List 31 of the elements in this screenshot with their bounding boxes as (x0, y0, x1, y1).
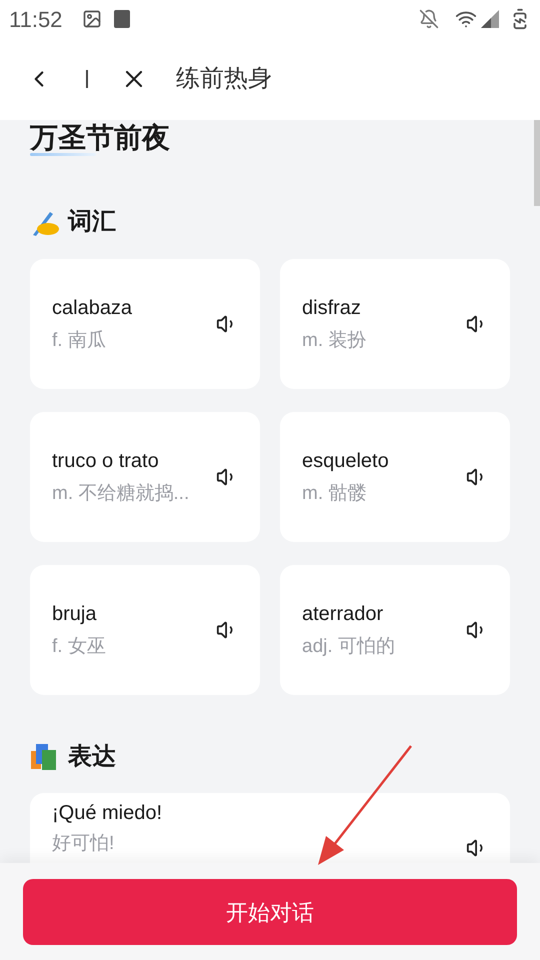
phrase-card[interactable]: ¡Qué miedo! 好可怕! (30, 793, 510, 863)
word-text: esqueleto (302, 448, 390, 474)
word-meaning: m. 装扮 (302, 328, 368, 353)
phrase-text: ¡Qué miedo! (52, 800, 164, 826)
bell-off-icon (419, 9, 439, 29)
image-icon (82, 9, 102, 29)
section-heading: 词汇 (68, 207, 116, 237)
start-conversation-button[interactable]: 开始对话 (23, 879, 517, 945)
lesson-title: 万圣节前夜 (30, 124, 170, 152)
phrase-meaning: 好可怕! (52, 832, 116, 856)
underline-highlight (30, 153, 96, 156)
word-meaning: f. 女巫 (52, 634, 107, 659)
word-card[interactable]: disfraz m. 装扮 (280, 259, 510, 389)
word-text: disfraz (302, 296, 362, 321)
signal-icon (481, 10, 499, 28)
word-meaning: m. 不给糖就捣... (52, 482, 190, 506)
word-text: truco o trato (52, 448, 160, 474)
word-text: bruja (52, 602, 98, 627)
word-card[interactable]: esqueleto m. 骷髅 (280, 412, 510, 542)
word-text: aterrador (302, 602, 384, 627)
word-meaning: m. 骷髅 (302, 482, 368, 506)
section-heading: 表达 (68, 742, 116, 772)
status-time: 11:52 (9, 6, 62, 34)
word-card[interactable]: bruja f. 女巫 (30, 565, 260, 695)
word-meaning: f. 南瓜 (52, 328, 107, 353)
word-meaning: adj. 可怕的 (302, 634, 396, 659)
word-card[interactable]: aterrador adj. 可怕的 (280, 565, 510, 695)
word-text: calabaza (52, 296, 134, 321)
word-card[interactable]: truco o trato m. 不给糖就捣... (30, 412, 260, 542)
page-title: 练前热身 (176, 64, 272, 94)
word-card[interactable]: calabaza f. 南瓜 (30, 259, 260, 389)
